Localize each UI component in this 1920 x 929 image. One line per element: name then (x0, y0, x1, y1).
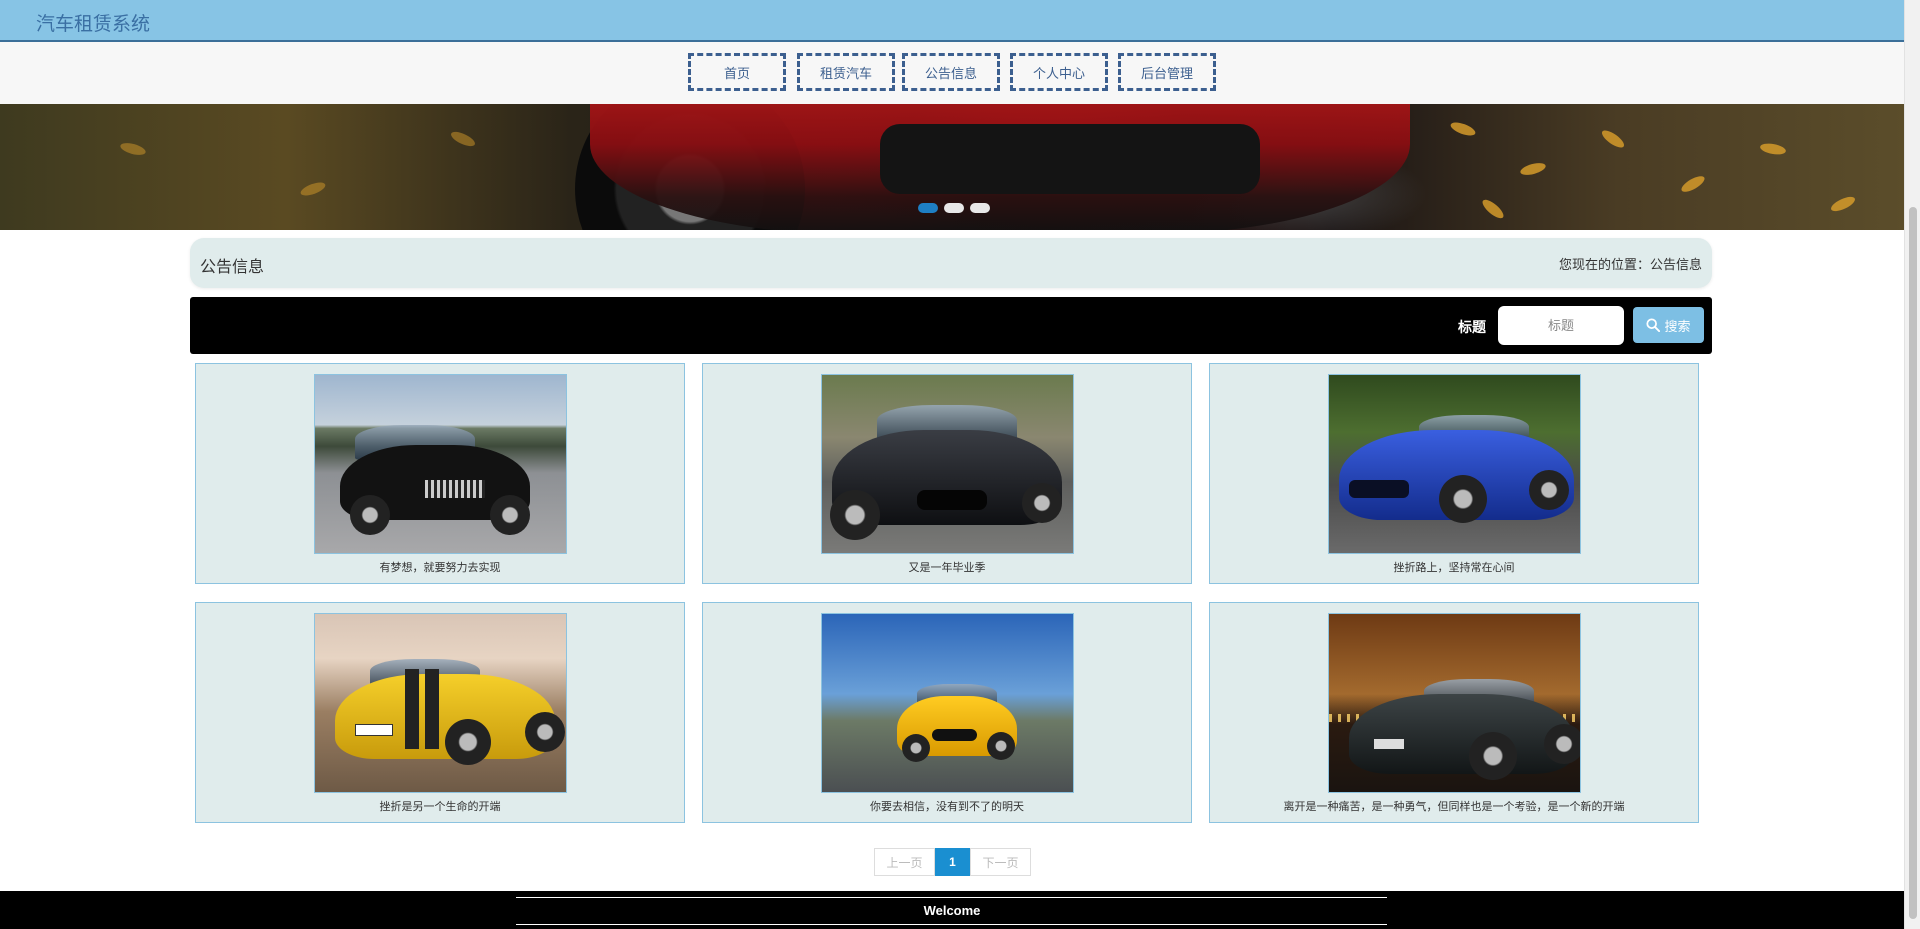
notice-caption: 有梦想，就要努力去实现 (379, 562, 501, 574)
leaf (1759, 141, 1787, 157)
notice-caption: 离开是一种痛苦，是一种勇气，但同样也是一个考验，是一个新的开端 (1283, 801, 1625, 813)
notice-card[interactable]: 又是一年毕业季 (702, 363, 1192, 584)
blue-sports-car-photo[interactable] (1328, 374, 1581, 554)
leaf (1519, 160, 1547, 178)
search-icon (1646, 318, 1661, 332)
section-title: 公告信息 (200, 259, 265, 276)
breadcrumb: 公告信息 您现在的位置：公告信息 (190, 238, 1712, 288)
gtr-night-photo[interactable] (1328, 613, 1581, 793)
leaf (1829, 193, 1857, 215)
notice-card[interactable]: 挫折是另一个生命的开端 (195, 602, 685, 823)
prev-page-button[interactable]: 上一页 (874, 848, 935, 876)
nav-item-admin[interactable]: 后台管理 (1118, 53, 1216, 91)
notice-caption: 挫折是另一个生命的开端 (379, 801, 501, 813)
header-bar: 汽车租赁系统 (0, 0, 1904, 42)
leaf (1599, 127, 1627, 151)
notice-card[interactable]: 你要去相信，没有到不了的明天 (702, 602, 1192, 823)
search-button[interactable]: 搜索 (1633, 307, 1704, 343)
search-input[interactable] (1498, 306, 1624, 345)
footer: Welcome (0, 891, 1904, 929)
carousel-dot-2[interactable] (944, 203, 964, 213)
next-page-button[interactable]: 下一页 (970, 848, 1031, 876)
carousel-dot-3[interactable] (970, 203, 990, 213)
footer-divider-top (516, 897, 1387, 898)
footer-divider-bottom (516, 924, 1387, 925)
carousel-dots (918, 203, 990, 213)
banner-car-grill (880, 124, 1260, 194)
yellow-camaro-photo[interactable] (314, 613, 567, 793)
yellow-sports-car-photo[interactable] (821, 613, 1074, 793)
notice-caption: 又是一年毕业季 (908, 562, 986, 574)
black-sports-car-photo[interactable] (821, 374, 1074, 554)
leaf (1679, 173, 1707, 195)
nav-item-notices[interactable]: 公告信息 (902, 53, 1000, 91)
nav-item-personal-center[interactable]: 个人中心 (1010, 53, 1108, 91)
leaf (1479, 196, 1507, 222)
app-title[interactable]: 汽车租赁系统 (36, 9, 150, 36)
notice-card[interactable]: 离开是一种痛苦，是一种勇气，但同样也是一个考验，是一个新的开端 (1209, 602, 1699, 823)
leaf (119, 140, 147, 158)
page-number-current[interactable]: 1 (935, 848, 970, 876)
banner-carousel[interactable] (0, 104, 1904, 230)
page-scrollbar[interactable] (1904, 0, 1920, 929)
black-suv-photo[interactable] (314, 374, 567, 554)
leaf (299, 179, 327, 199)
search-bar: 标题 搜索 (190, 297, 1712, 354)
nav-item-rent-car[interactable]: 租赁汽车 (797, 53, 895, 91)
footer-text: Welcome (923, 903, 981, 918)
search-label: 标题 (1458, 319, 1486, 335)
leaf (449, 128, 477, 150)
notice-caption: 你要去相信，没有到不了的明天 (870, 801, 1024, 813)
nav-item-home[interactable]: 首页 (688, 53, 786, 91)
notice-caption: 挫折路上，坚持常在心间 (1393, 562, 1515, 574)
leaf (1449, 119, 1477, 139)
scrollbar-thumb[interactable] (1909, 207, 1917, 919)
search-button-label: 搜索 (1664, 318, 1691, 334)
carousel-dot-1[interactable] (918, 203, 938, 213)
current-position: 您现在的位置：公告信息 (1558, 257, 1702, 272)
notice-card[interactable]: 挫折路上，坚持常在心间 (1209, 363, 1699, 584)
notice-card[interactable]: 有梦想，就要努力去实现 (195, 363, 685, 584)
main-nav: 首页 租赁汽车 公告信息 个人中心 后台管理 (0, 42, 1904, 104)
pagination: 上一页 1 下一页 (874, 848, 1031, 876)
